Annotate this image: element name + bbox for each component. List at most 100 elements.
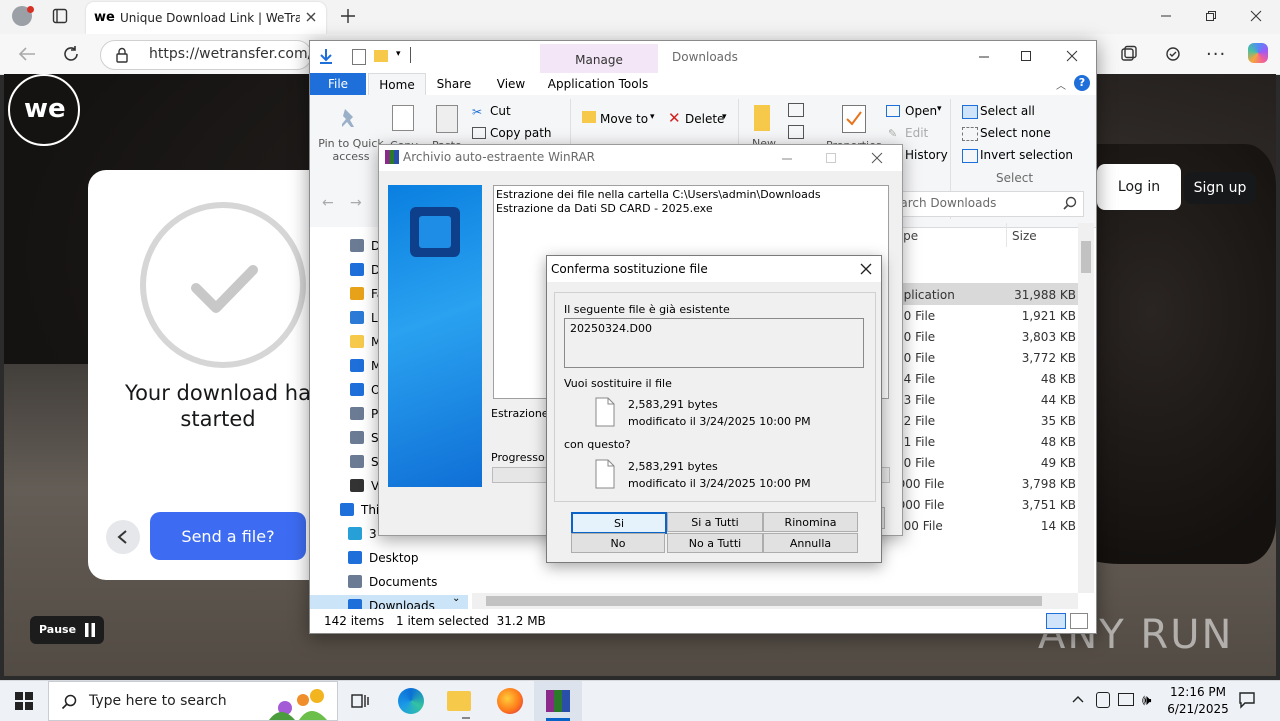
show-hidden-icons-icon[interactable] — [1072, 693, 1084, 705]
tab-title: Unique Download Link | WeTransf — [120, 11, 300, 25]
scrollbar-thumb[interactable] — [1081, 241, 1091, 273]
file-size-cell: 3,803 KB — [1021, 330, 1076, 344]
file-size-cell: 49 KB — [1040, 456, 1076, 470]
profile-alert-dot — [27, 6, 34, 13]
status-item-count: 142 items — [324, 614, 385, 628]
file-type-cell: D00 File — [896, 477, 945, 491]
tab-actions-icon[interactable] — [52, 8, 68, 24]
winrar-app-icon — [385, 150, 399, 164]
winrar-logo-icon — [410, 207, 460, 257]
winrar-taskbar-item[interactable] — [534, 681, 582, 721]
yes-button[interactable]: Si — [571, 512, 667, 534]
url-text: https://wetransfer.com/do — [149, 46, 309, 62]
more-menu-icon[interactable]: ··· — [1206, 44, 1226, 65]
taskbar-date[interactable]: 6/21/2025 — [1166, 702, 1230, 716]
status-selection: 1 item selected 31.2 MB — [396, 614, 546, 628]
new-tab-icon[interactable] — [340, 8, 356, 24]
new-file-size: 2,583,291 bytes — [628, 460, 718, 473]
horizontal-scrollbar-thumb[interactable] — [486, 596, 1042, 606]
new-file-icon — [595, 459, 615, 489]
details-view-icon[interactable] — [1046, 613, 1066, 629]
volume-icon[interactable]: 🕪 — [1142, 691, 1151, 709]
horizontal-scrollbar[interactable] — [472, 593, 1078, 609]
file-size-cell: 3,798 KB — [1021, 477, 1076, 491]
file-size-cell: 1,921 KB — [1021, 309, 1076, 323]
exists-label: Il seguente file è già esistente — [564, 303, 730, 316]
task-view-icon[interactable] — [350, 692, 370, 710]
explorer-running-indicator — [462, 717, 470, 719]
login-button[interactable]: Log in — [1097, 164, 1181, 210]
yes-to-all-button[interactable]: Si a Tutti — [667, 512, 763, 532]
taskbar-search-box[interactable]: Type here to search — [48, 681, 338, 721]
file-type-cell: S00 File — [896, 519, 943, 533]
edge-taskbar-icon[interactable] — [398, 688, 424, 714]
winrar-banner — [388, 185, 482, 487]
copilot-icon[interactable] — [1248, 43, 1268, 63]
carousel-back-button[interactable] — [106, 520, 140, 554]
collections-icon[interactable] — [1120, 45, 1138, 63]
file-size-cell: 31,988 KB — [1014, 288, 1076, 302]
browser-tab-bar: we Unique Download Link | WeTransf — [0, 0, 1280, 34]
file-size-cell: 35 KB — [1040, 414, 1076, 428]
filename-box: 20250324.D00 — [564, 318, 864, 368]
taskbar-search-icon — [61, 694, 77, 710]
windows-taskbar: Type here to search 🕪 12:16 PM 6/21/2025 — [0, 680, 1280, 721]
checkmark-icon — [138, 200, 308, 370]
winrar-taskbar-icon — [546, 690, 570, 712]
download-message: Your download ha started — [125, 381, 311, 431]
browser-tab-active[interactable]: we Unique Download Link | WeTransf — [86, 2, 326, 34]
extensions-icon[interactable] — [1164, 45, 1182, 63]
winrar-close-icon[interactable] — [871, 152, 883, 164]
file-explorer-taskbar-icon[interactable] — [447, 691, 471, 711]
winrar-minimize-icon[interactable] — [781, 153, 793, 165]
winrar-title-bar: Archivio auto-estraente WinRAR — [379, 145, 902, 171]
old-file-icon — [595, 397, 615, 427]
restore-icon[interactable] — [1205, 10, 1217, 22]
no-to-all-button[interactable]: No a Tutti — [667, 533, 763, 553]
confirm-close-icon[interactable] — [859, 262, 873, 276]
confirm-group: Il seguente file è già esistente 2025032… — [554, 292, 876, 502]
file-size-cell: 14 KB — [1040, 519, 1076, 533]
taskbar-time[interactable]: 12:16 PM — [1166, 685, 1230, 699]
winrar-log-line2: Estrazione da Dati SD CARD - 2025.exe — [496, 202, 713, 215]
send-file-button[interactable]: Send a file? — [150, 512, 306, 560]
tiles-view-icon[interactable] — [1070, 613, 1088, 629]
confirm-title: Conferma sostituzione file — [551, 262, 708, 276]
firefox-taskbar-icon[interactable] — [497, 688, 523, 714]
back-icon[interactable] — [18, 46, 36, 62]
explorer-status-bar: 142 items 1 item selected 31.2 MB — [310, 609, 1096, 633]
old-file-size: 2,583,291 bytes — [628, 398, 718, 411]
file-list-scrollbar[interactable] — [1078, 223, 1094, 593]
wetransfer-logo[interactable]: we — [8, 74, 80, 146]
pause-button[interactable]: Pause — [30, 616, 104, 644]
file-size-cell: 44 KB — [1040, 393, 1076, 407]
winrar-maximize-icon[interactable] — [825, 152, 837, 164]
no-button[interactable]: No — [571, 533, 665, 553]
reload-icon[interactable] — [62, 45, 80, 63]
lock-icon[interactable] — [115, 47, 129, 63]
address-bar[interactable]: https://wetransfer.com/do — [100, 40, 312, 70]
file-size-cell: 3,751 KB — [1021, 498, 1076, 512]
windows-start-icon[interactable] — [15, 692, 33, 710]
pause-label: Pause — [39, 623, 77, 636]
replace-label: Vuoi sostituire il file — [564, 377, 672, 390]
close-tab-icon[interactable] — [304, 10, 318, 24]
device-icon[interactable] — [1096, 692, 1110, 708]
confirm-title-bar: Conferma sostituzione file — [547, 256, 881, 282]
winrar-log-line1: Estrazione dei file nella cartella C:\Us… — [496, 188, 821, 201]
confirm-replace-dialog: Conferma sostituzione file Il seguente f… — [546, 255, 882, 563]
with-label: con questo? — [564, 438, 631, 451]
file-size-cell: 48 KB — [1040, 435, 1076, 449]
search-highlight-flowers-icon — [261, 686, 333, 720]
network-icon[interactable] — [1118, 693, 1134, 706]
download-card: Your download ha started Send a file? — [88, 170, 328, 580]
close-browser-icon[interactable] — [1250, 10, 1262, 22]
notifications-icon[interactable] — [1238, 691, 1256, 709]
signup-button[interactable]: Sign up — [1184, 172, 1256, 204]
rename-button[interactable]: Rinomina — [763, 512, 858, 532]
file-size-cell: 48 KB — [1040, 372, 1076, 386]
file-size-cell: 3,772 KB — [1021, 351, 1076, 365]
file-type-cell: pplication — [896, 288, 955, 302]
cancel-button[interactable]: Annulla — [763, 533, 858, 553]
minimize-icon[interactable] — [1160, 10, 1172, 22]
